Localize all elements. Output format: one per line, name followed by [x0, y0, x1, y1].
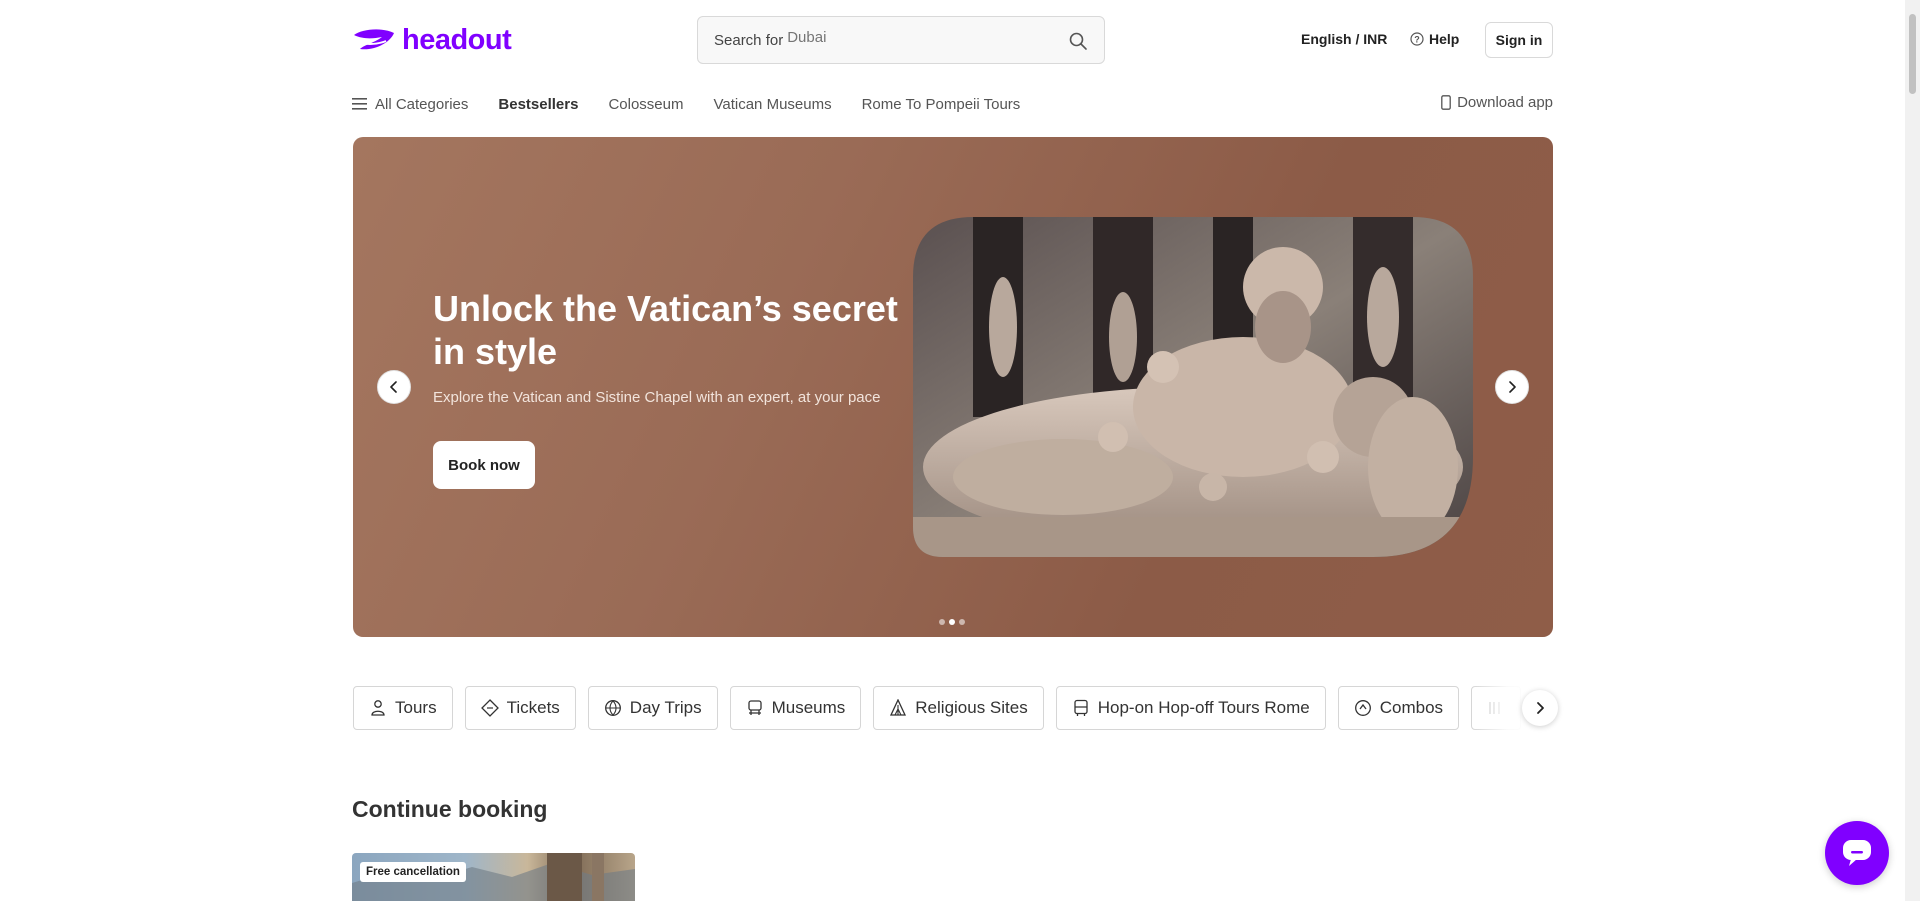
nav-bestsellers[interactable]: Bestsellers — [498, 96, 578, 113]
hero-title: Unlock the Vatican’s secret in style — [433, 288, 898, 372]
tour-guide-icon — [371, 700, 385, 716]
chat-icon — [1843, 840, 1871, 866]
carousel-next-button[interactable] — [1495, 370, 1529, 404]
chip-label: Museums — [771, 698, 846, 717]
nav-vatican-museums[interactable]: Vatican Museums — [713, 96, 831, 113]
category-chips: Tours Tickets Day Trips Museums Religiou… — [353, 686, 1558, 730]
continue-booking-title: Continue booking — [352, 796, 548, 822]
carousel-dot-active[interactable] — [949, 619, 955, 625]
combo-icon — [1354, 700, 1371, 716]
bus-icon — [1074, 699, 1088, 716]
nav-rome-to-pompeii-tours[interactable]: Rome To Pompeii Tours — [862, 96, 1021, 113]
chip-museums[interactable]: Museums — [729, 686, 862, 730]
chip-hop-on-hop-off[interactable]: Hop-on Hop-off Tours Rome — [1055, 686, 1326, 730]
chip-religious-sites[interactable]: Religious Sites — [873, 686, 1044, 730]
book-now-button[interactable]: Book now — [433, 441, 535, 489]
chip-combos[interactable]: Combos — [1337, 686, 1460, 730]
chip-label: Hop-on Hop-off Tours Rome — [1097, 698, 1310, 717]
carousel-prev-button[interactable] — [377, 370, 411, 404]
language-currency-selector[interactable]: English / INR — [1301, 31, 1387, 47]
hero-subtitle: Explore the Vatican and Sistine Chapel w… — [433, 389, 881, 406]
search-label: Search for — [714, 31, 784, 49]
chip-label: Tours — [395, 698, 437, 717]
booking-card[interactable]: Free cancellation — [352, 853, 635, 901]
chip-label: Combos — [1379, 698, 1444, 717]
chip-tours[interactable]: Tours — [353, 686, 453, 730]
chip-tickets[interactable]: Tickets — [464, 686, 576, 730]
carousel-dots — [939, 619, 965, 625]
chevron-left-icon — [390, 381, 397, 393]
search-bar[interactable]: Search for — [697, 16, 1105, 64]
download-app-link[interactable]: Download app — [1441, 94, 1553, 111]
chevron-right-icon — [1509, 381, 1516, 393]
free-cancellation-badge: Free cancellation — [360, 862, 466, 882]
svg-text:?: ? — [1414, 35, 1420, 45]
site-header: headout Search for English / INR ? Help … — [0, 0, 1920, 80]
hamburger-icon — [352, 98, 367, 110]
category-nav: All Categories Bestsellers Colosseum Vat… — [352, 92, 1553, 116]
nav-colosseum[interactable]: Colosseum — [608, 96, 683, 113]
chip-day-trips[interactable]: Day Trips — [587, 686, 718, 730]
phone-icon — [1441, 95, 1451, 110]
logo-text: headout — [402, 23, 512, 56]
chat-button[interactable] — [1825, 821, 1889, 885]
museum-icon — [747, 700, 762, 715]
chips-next-button[interactable] — [1522, 690, 1558, 726]
nav-all-categories[interactable]: All Categories — [352, 96, 468, 113]
chip-label: Tickets — [506, 698, 560, 717]
headout-logo[interactable]: headout — [352, 22, 512, 58]
hero-banner: Unlock the Vatican’s secret in style Exp… — [353, 137, 1553, 637]
headout-logo-icon — [354, 29, 394, 50]
church-icon — [890, 699, 907, 716]
search-input[interactable] — [787, 28, 1048, 46]
help-label: Help — [1429, 31, 1460, 47]
chip-label: Religious Sites — [915, 698, 1028, 717]
nav-item-label: All Categories — [375, 95, 469, 113]
search-icon[interactable] — [1068, 31, 1088, 51]
sign-in-button[interactable]: Sign in — [1485, 22, 1553, 58]
carousel-dot[interactable] — [959, 619, 965, 625]
carousel-dot[interactable] — [939, 619, 945, 625]
help-icon: ? — [1410, 32, 1424, 46]
chip-label: Day Trips — [629, 698, 702, 717]
vatican-statue-image — [913, 217, 1473, 557]
help-link[interactable]: ? Help — [1410, 31, 1459, 47]
ticket-icon — [480, 699, 499, 717]
globe-icon — [604, 700, 621, 716]
page-scrollbar[interactable] — [1905, 0, 1920, 901]
scrollbar-thumb[interactable] — [1909, 14, 1916, 94]
chevron-right-icon — [1537, 702, 1544, 714]
download-app-label: Download app — [1457, 94, 1553, 111]
